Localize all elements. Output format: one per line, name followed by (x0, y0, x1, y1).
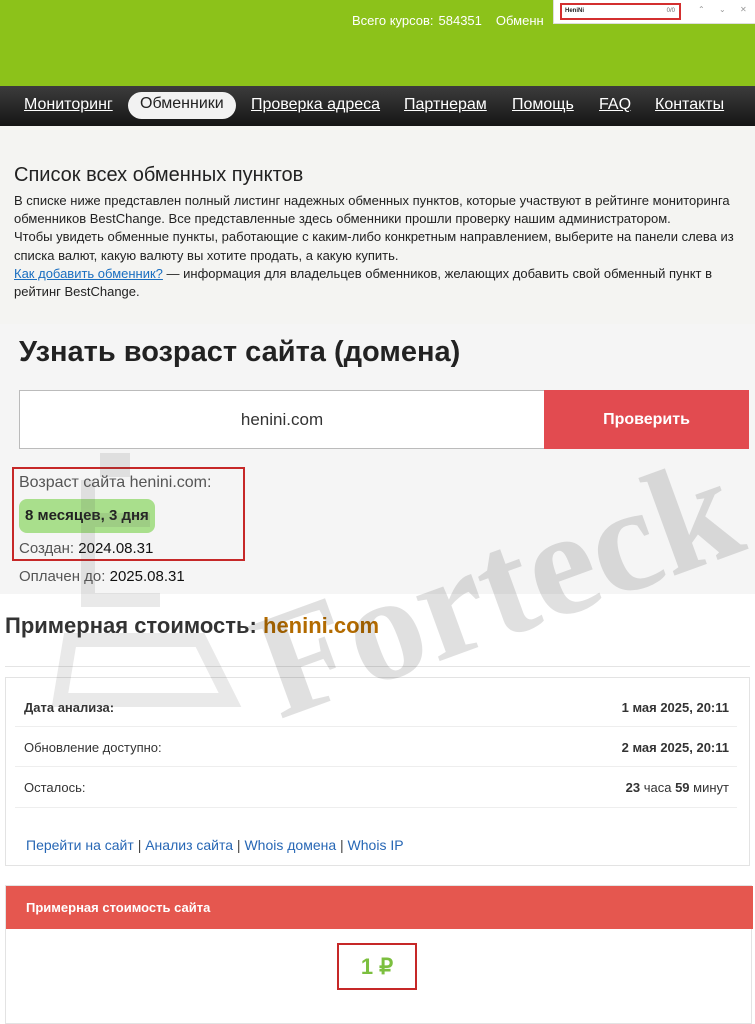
analysis-date-value: 1 мая 2025, 20:11 (621, 700, 729, 715)
nav-address-check[interactable]: Проверка адреса (251, 96, 380, 114)
find-match-count: 0/0 (666, 8, 675, 14)
analysis-date-row: Дата анализа: 1 мая 2025, 20:11 (15, 687, 737, 727)
nav-exchangers[interactable]: Обменники (128, 92, 236, 119)
cost-title-label: Примерная стоимость: (5, 613, 257, 638)
created-value: 2024.08.31 (78, 540, 154, 557)
courses-label: Всего курсов: (352, 13, 434, 28)
link-separator: | (137, 837, 142, 853)
site-value-header: Примерная стоимость сайта (6, 886, 753, 929)
nav-faq[interactable]: FAQ (599, 96, 631, 114)
whois-domain-link[interactable]: Whois домена (244, 837, 336, 853)
site-value-card: Примерная стоимость сайта 1 ₽ (5, 885, 753, 1024)
find-close-icon[interactable]: ✕ (740, 5, 747, 14)
nav-monitoring[interactable]: Мониторинг (24, 96, 113, 114)
add-exchanger-link[interactable]: Как добавить обменник? (14, 266, 163, 281)
intro-paragraph-3: Как добавить обменник? — информация для … (14, 265, 750, 301)
minutes-value: 59 (675, 780, 690, 795)
domain-age-title: Узнать возраст сайта (домена) (19, 336, 461, 368)
created-label: Создан: (19, 540, 75, 557)
courses-count: 584351 (438, 13, 482, 28)
site-analysis-link[interactable]: Анализ сайта (145, 837, 233, 853)
intro-panel: Список всех обменных пунктов В списке ни… (0, 126, 755, 324)
site-links: Перейти на сайт | Анализ сайта | Whois д… (26, 837, 404, 853)
analysis-card: Дата анализа: 1 мая 2025, 20:11 Обновлен… (5, 677, 750, 866)
age-label: Возраст сайта henini.com: (19, 474, 212, 491)
go-to-site-link[interactable]: Перейти на сайт (26, 837, 134, 853)
page-title: Список всех обменных пунктов (14, 164, 304, 186)
update-available-value: 2 мая 2025, 20:11 (621, 740, 729, 755)
paid-value: 2025.08.31 (109, 568, 185, 585)
link-separator: | (340, 837, 344, 853)
divider (5, 666, 750, 667)
time-left-row: Осталось: 23 часа 59 минут (15, 767, 737, 807)
hours-value: 23 (625, 780, 641, 795)
analysis-date-label: Дата анализа: (24, 700, 115, 715)
cost-title: Примерная стоимость: henini.com (5, 613, 379, 639)
domain-input[interactable]: henini.com (19, 390, 545, 449)
paid-until-date: Оплачен до: 2025.08.31 (19, 568, 185, 585)
update-available-row: Обновление доступно: 2 мая 2025, 20:11 (15, 727, 737, 767)
intro-paragraph-2: Чтобы увидеть обменные пункты, работающи… (14, 229, 734, 263)
nav-partners[interactable]: Партнерам (404, 96, 487, 114)
site-value: 1 ₽ (337, 943, 417, 990)
cost-domain: henini.com (263, 613, 380, 638)
find-query: HeniNi (565, 8, 585, 14)
find-previous-icon[interactable]: ⌃ (698, 5, 705, 14)
age-value-badge: 8 месяцев, 3 дня (19, 499, 155, 533)
link-separator: | (236, 837, 241, 853)
minutes-unit: минут (693, 780, 729, 795)
find-next-icon[interactable]: ⌄ (719, 5, 726, 14)
row-divider (15, 807, 737, 808)
update-available-label: Обновление доступно: (24, 740, 162, 755)
created-date: Создан: 2024.08.31 (19, 540, 153, 557)
exchangers-link[interactable]: Обменн (496, 13, 544, 28)
domain-age-section: Узнать возраст сайта (домена) henini.com… (0, 324, 755, 594)
main-nav: Мониторинг Обменники Проверка адреса Пар… (0, 86, 755, 126)
time-left-label: Осталось: (24, 780, 86, 795)
find-bar: HeniNi 0/0 ⌃ ⌄ ✕ (553, 0, 755, 24)
intro-text: В списке ниже представлен полный листинг… (14, 192, 750, 301)
nav-contacts[interactable]: Контакты (655, 96, 724, 114)
check-button[interactable]: Проверить (544, 390, 749, 449)
whois-ip-link[interactable]: Whois IP (348, 837, 404, 853)
hours-unit: часа (643, 780, 672, 795)
intro-paragraph-1: В списке ниже представлен полный листинг… (14, 193, 730, 227)
nav-help[interactable]: Помощь (512, 96, 574, 114)
find-input[interactable]: HeniNi 0/0 (560, 3, 681, 20)
paid-label: Оплачен до: (19, 568, 106, 585)
courses-counter: Всего курсов: 584351 Обменн (352, 13, 544, 28)
time-left-value: 23 часа 59 минут (626, 780, 729, 795)
